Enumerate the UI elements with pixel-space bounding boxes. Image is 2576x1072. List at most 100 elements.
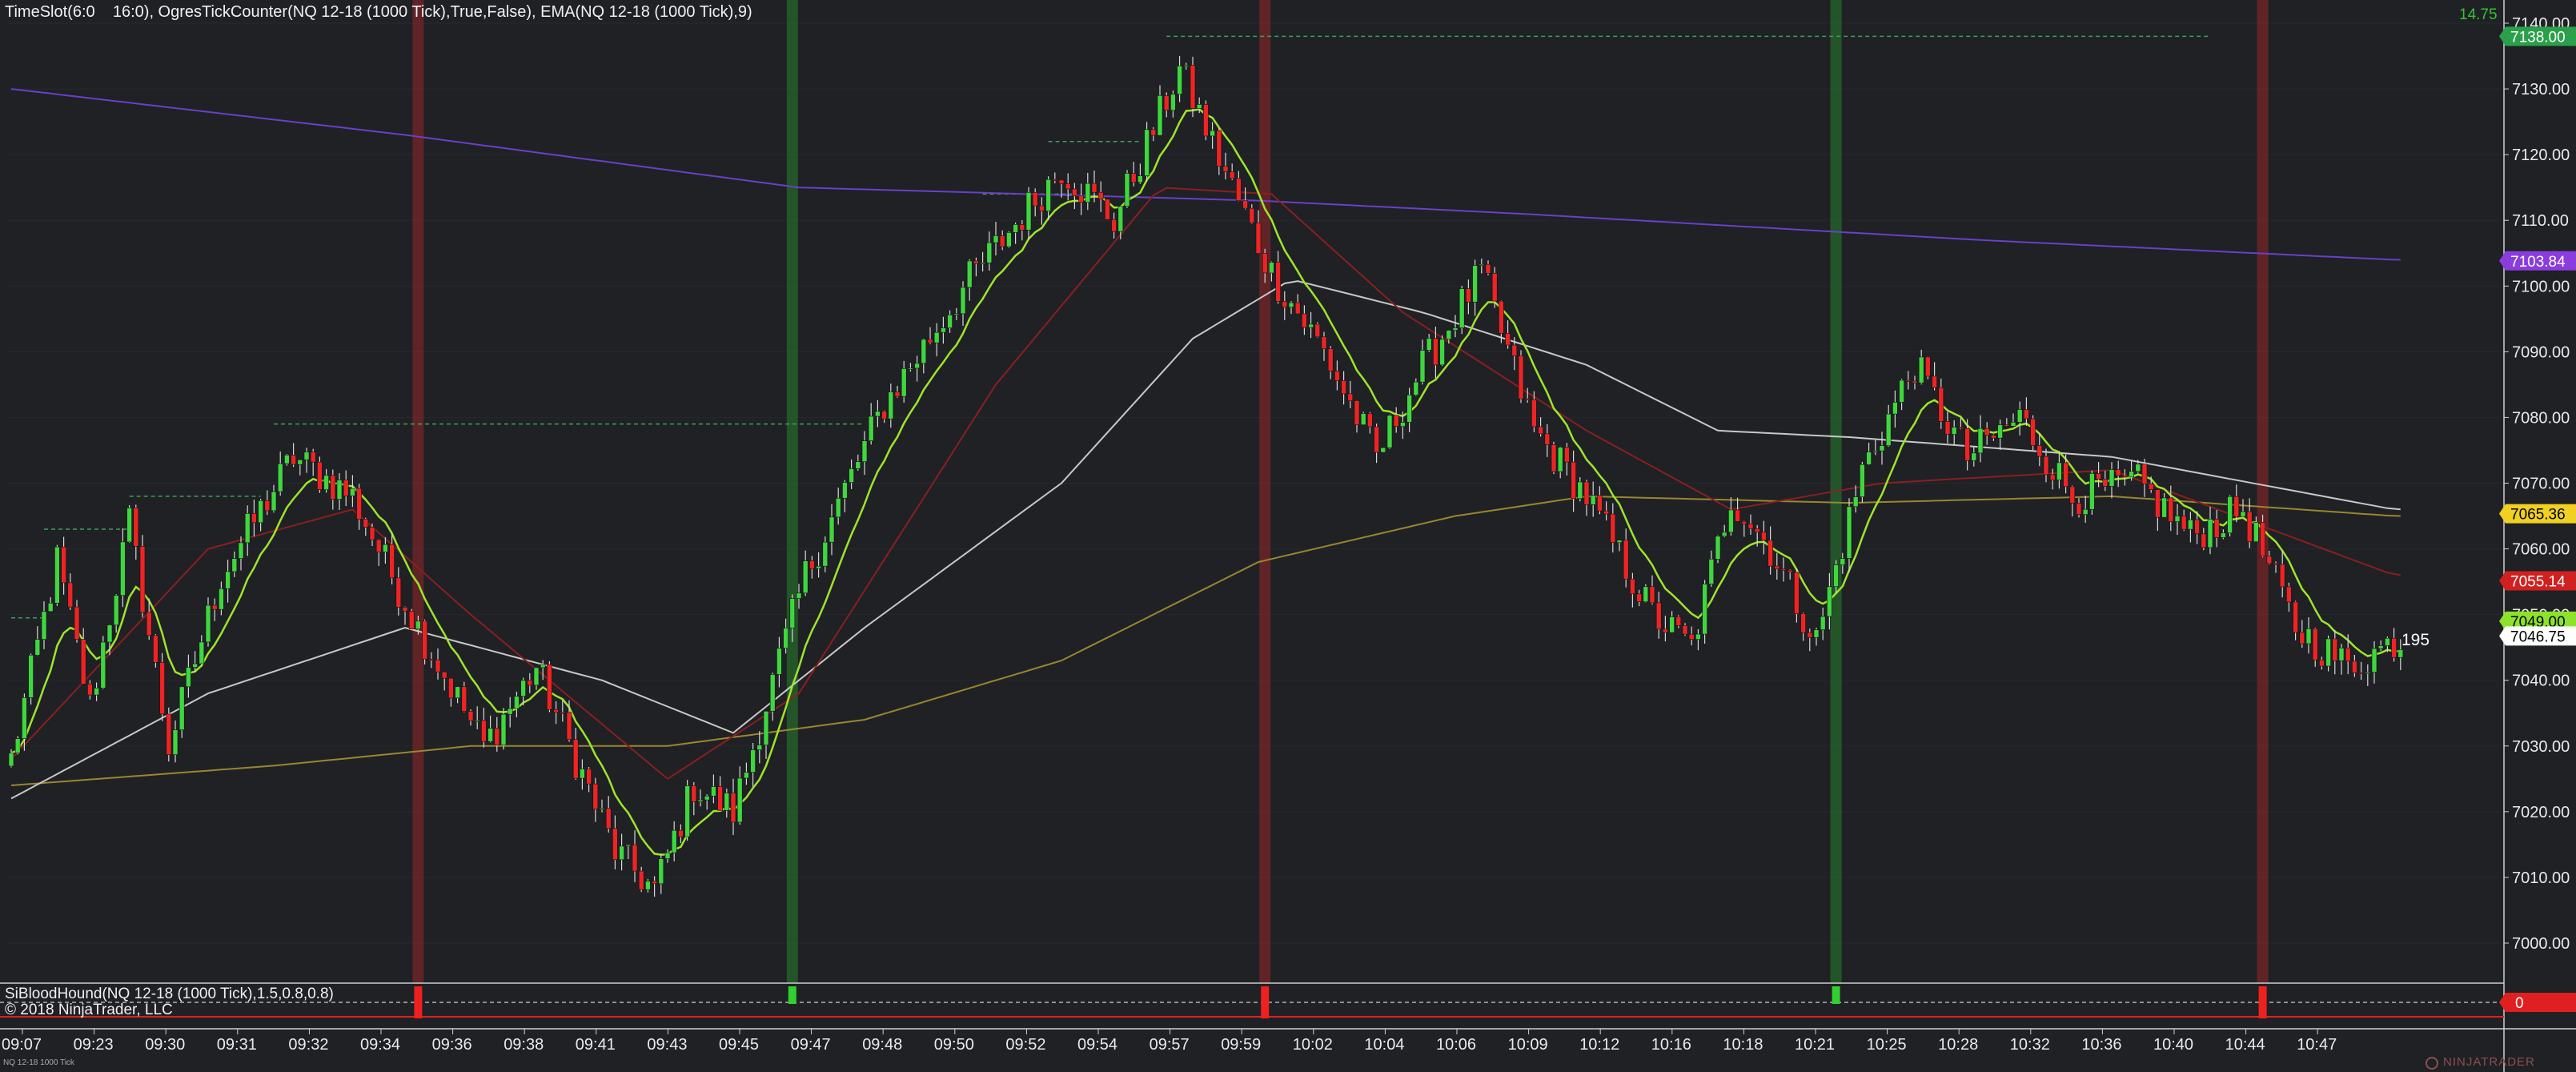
candle-body-down xyxy=(343,480,349,496)
candle xyxy=(1025,187,1032,240)
candle-body-down xyxy=(61,546,66,584)
candle xyxy=(120,528,126,608)
candle xyxy=(2325,635,2331,672)
candle-body-down xyxy=(1491,273,1498,302)
candle xyxy=(816,552,821,578)
price-axis[interactable]: 7140.007130.007120.007110.007100.007090.… xyxy=(2504,15,2570,953)
candle xyxy=(1518,350,1524,404)
candle-body-down xyxy=(67,582,74,608)
candle-body-up xyxy=(2056,462,2062,480)
candle-body-up xyxy=(1360,413,1366,425)
candle-body-up xyxy=(1879,445,1885,452)
candle-body-up xyxy=(1728,509,1734,533)
candle xyxy=(527,673,533,693)
candle-body-down xyxy=(159,662,165,715)
time-tick-label: 10:47 xyxy=(2297,1036,2337,1054)
candle-body-down xyxy=(435,659,441,673)
candle-body-down xyxy=(1663,628,1668,633)
candle-body-down xyxy=(1499,300,1504,334)
candle xyxy=(1138,163,1143,184)
candle-body-up xyxy=(488,728,493,742)
candle xyxy=(1360,412,1366,425)
candle-body-down xyxy=(1958,427,1964,429)
candle-body-down xyxy=(1787,569,1793,573)
candle xyxy=(763,710,769,759)
candle-body-up xyxy=(1446,330,1452,340)
candle-body-up xyxy=(1269,262,1274,274)
candle xyxy=(2332,629,2338,675)
candle xyxy=(769,673,776,721)
candle xyxy=(1860,461,1865,503)
time-axis[interactable]: 09:07 09:23 09:30 09:31 09:32 09:34 09:36 09:38… xyxy=(2,1029,2337,1054)
candle-body-up xyxy=(47,602,54,612)
time-tick-label: 10:12 xyxy=(1579,1036,1619,1054)
candle xyxy=(1643,584,1649,603)
candle xyxy=(625,844,632,859)
candle-body-up xyxy=(415,620,421,630)
price-badge-label: 7103.84 xyxy=(2510,254,2566,271)
candle-body-up xyxy=(100,641,106,689)
candle-body-up xyxy=(1124,173,1130,207)
candle xyxy=(849,459,854,489)
candle-body-up xyxy=(953,313,960,315)
candle-body-up xyxy=(28,654,34,698)
candle-body-down xyxy=(1078,195,1084,203)
candle-body-down xyxy=(1019,224,1025,231)
candle-body-down xyxy=(1321,336,1327,349)
candle-body-up xyxy=(960,287,966,315)
candle xyxy=(219,581,224,616)
candle-body-up xyxy=(1702,584,1707,635)
candle-body-down xyxy=(1393,415,1399,428)
candle xyxy=(1557,446,1563,479)
candle xyxy=(802,550,809,596)
candle xyxy=(605,796,612,833)
candle-body-up xyxy=(455,686,460,699)
candle-body-down xyxy=(467,711,474,721)
candle-body-down xyxy=(1518,355,1524,399)
candle-body-up xyxy=(2109,469,2115,487)
candle-body-up xyxy=(14,738,21,753)
candle-body-up xyxy=(1616,540,1623,544)
candle xyxy=(724,789,730,818)
price-badge-label: 7138.00 xyxy=(2510,29,2566,46)
candle-body-up xyxy=(186,667,191,688)
candle-body-down xyxy=(2391,637,2397,658)
candle-body-down xyxy=(2076,503,2082,515)
candle xyxy=(1144,122,1150,182)
candle-body-down xyxy=(1636,593,1642,602)
candle xyxy=(474,706,480,729)
candle xyxy=(100,636,106,689)
candle-body-up xyxy=(474,720,480,722)
candle xyxy=(2016,401,2023,436)
candle-body-down xyxy=(153,635,158,663)
candle xyxy=(691,781,697,816)
candle xyxy=(1951,420,1957,445)
candle-body-up xyxy=(383,544,388,552)
price-badge: 7103.84 xyxy=(2499,251,2576,271)
price-tick-label: 7070.00 xyxy=(2512,476,2570,493)
candle xyxy=(199,635,205,666)
candle xyxy=(284,454,290,466)
candle-body-down xyxy=(1761,532,1767,541)
candle xyxy=(875,399,881,428)
candle-body-up xyxy=(658,858,664,885)
price-chart[interactable]: 7140.007130.007120.007110.007100.007090.… xyxy=(0,0,2576,1072)
candle-body-down xyxy=(1130,173,1137,183)
candle-body-up xyxy=(1170,94,1176,111)
candle-body-up xyxy=(619,845,624,861)
candle xyxy=(310,448,316,476)
candle-body-up xyxy=(297,460,303,465)
candle-body-up xyxy=(868,416,874,441)
candle-body-up xyxy=(1308,323,1314,328)
candle xyxy=(1597,486,1603,515)
candle-body-down xyxy=(1800,613,1806,633)
candle xyxy=(658,853,664,894)
candle-body-down xyxy=(809,560,815,569)
candle-body-up xyxy=(1439,339,1445,366)
candle xyxy=(1157,85,1163,136)
candle-body-up xyxy=(244,513,251,544)
candle-body-down xyxy=(139,546,146,613)
candle-body-down xyxy=(553,709,559,713)
candle xyxy=(211,598,218,621)
candle xyxy=(1846,498,1852,572)
